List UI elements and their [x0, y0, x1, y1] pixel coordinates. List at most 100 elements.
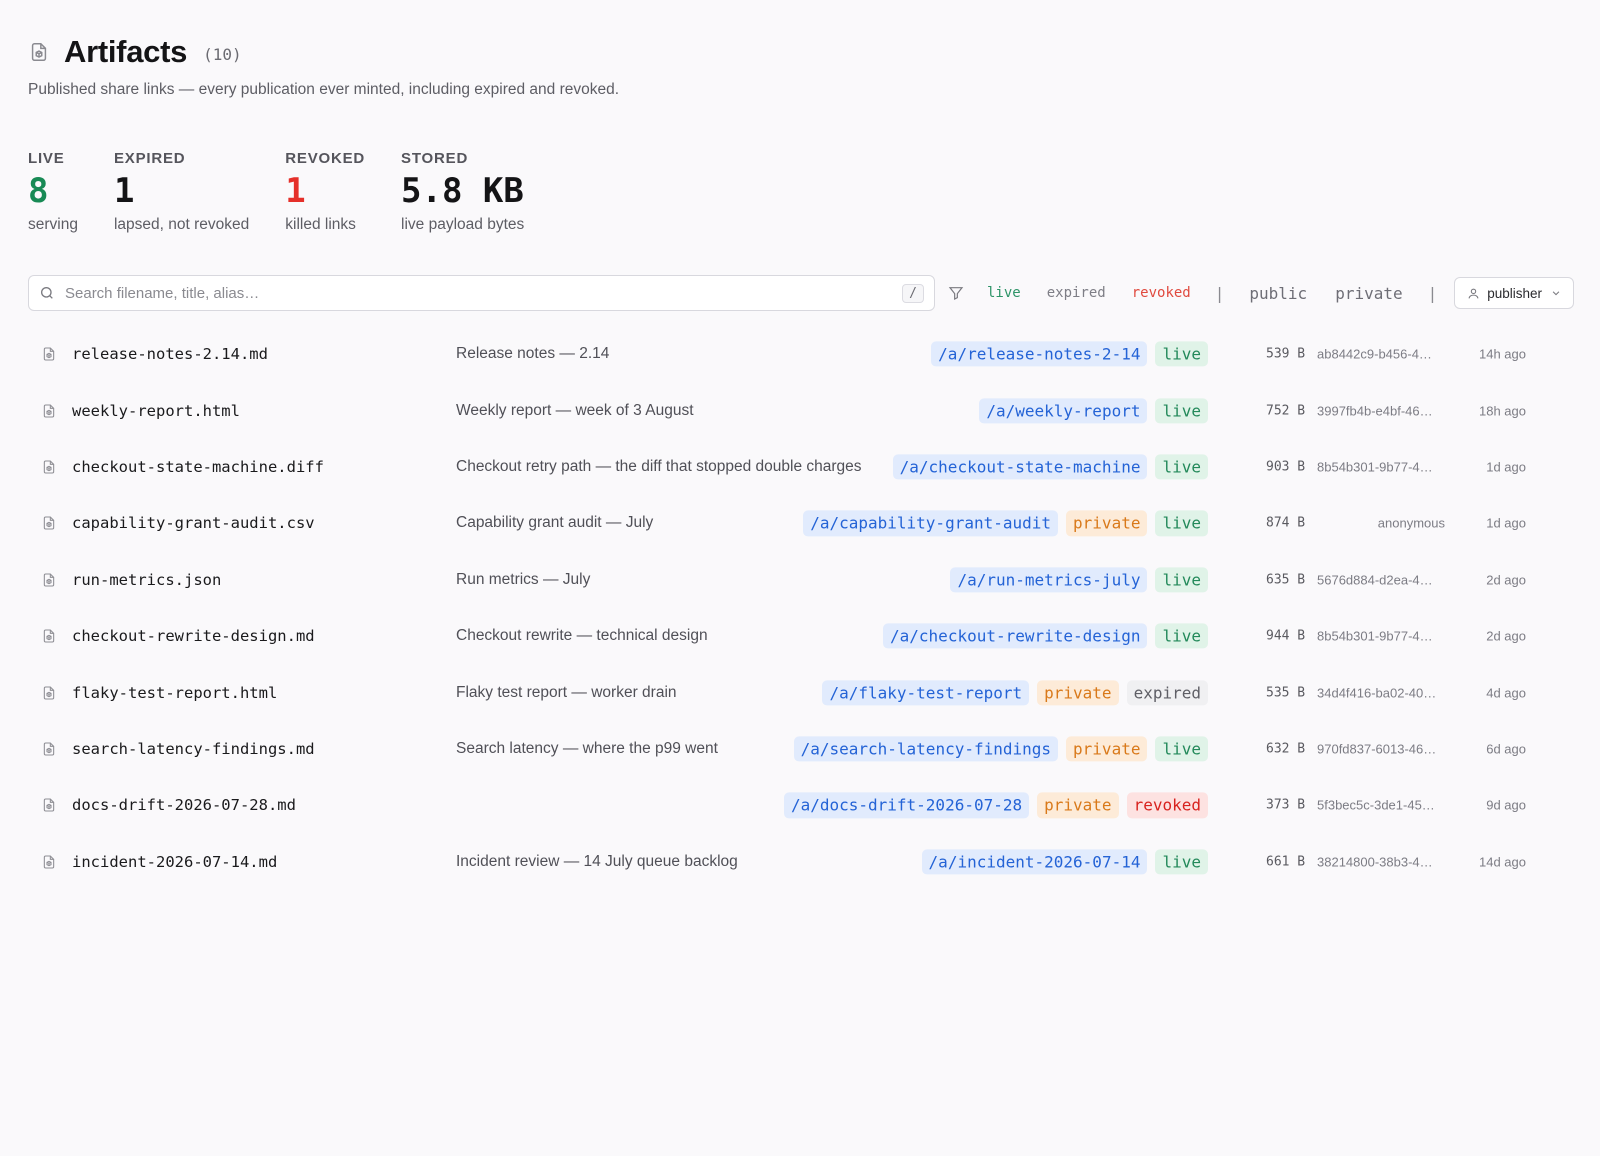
alias-link[interactable]: /a/weekly-report: [979, 397, 1148, 424]
private-badge: private: [1037, 679, 1119, 706]
alias-link[interactable]: /a/checkout-state-machine: [892, 454, 1148, 480]
search-icon: [41, 287, 53, 299]
publisher-dropdown-label: publisher: [1487, 285, 1543, 301]
stat-live: LIVE 8 serving: [28, 150, 78, 234]
artifact-row[interactable]: run-metrics.json Run metrics — July/a/run…: [28, 552, 1538, 608]
artifact-row[interactable]: checkout-state-machine.diff Checkout retr…: [28, 439, 1538, 495]
artifact-filename[interactable]: incident-2026-07-14.md: [72, 853, 277, 871]
page-header: Artifacts (10): [28, 34, 242, 70]
artifact-age: 1d ago: [1486, 459, 1526, 475]
artifact-title: Checkout rewrite — technical design: [456, 627, 708, 645]
alias-link[interactable]: /a/release-notes-2-14: [931, 341, 1148, 367]
artifact-tags: /a/capability-grant-audit private live: [795, 510, 1208, 536]
chevron-down-icon: [1552, 291, 1560, 296]
alias-link[interactable]: /a/incident-2026-07-14: [921, 849, 1148, 875]
status-badge: live: [1155, 736, 1208, 762]
file-cube-icon: [41, 854, 57, 870]
artifact-filename[interactable]: capability-grant-audit.csv: [72, 514, 315, 532]
artifact-tags: /a/checkout-state-machine live: [885, 454, 1208, 480]
artifact-publisher: 8b54b301-9b77-4…: [1317, 459, 1433, 475]
file-cube-icon: [41, 685, 57, 701]
artifact-title: Flaky test report — worker drain: [456, 683, 677, 701]
artifact-row[interactable]: docs-drift-2026-07-28.md/a/docs-drift-20…: [28, 777, 1538, 833]
artifact-title: Capability grant audit — July: [456, 514, 654, 532]
artifact-age: 18h ago: [1479, 403, 1526, 419]
artifact-row[interactable]: checkout-rewrite-design.md Checkout rewri…: [28, 608, 1538, 664]
artifact-size: 373 B: [1266, 797, 1306, 813]
stat-label: REVOKED: [285, 150, 366, 167]
publisher-dropdown[interactable]: publisher: [1454, 277, 1575, 309]
stat-label: LIVE: [28, 150, 65, 167]
artifact-filename[interactable]: run-metrics.json: [72, 571, 221, 589]
artifact-row[interactable]: capability-grant-audit.csv Capability gra…: [28, 495, 1538, 551]
artifact-tags: /a/incident-2026-07-14 live: [914, 849, 1208, 875]
filter-public[interactable]: public: [1235, 280, 1321, 307]
file-cube-icon: [41, 459, 57, 475]
artifact-row[interactable]: incident-2026-07-14.md Incident review — …: [28, 834, 1538, 890]
filter-revoked[interactable]: revoked: [1119, 281, 1204, 305]
artifact-age: 14d ago: [1479, 854, 1526, 870]
artifact-size: 944 B: [1266, 628, 1306, 644]
artifact-filename[interactable]: checkout-state-machine.diff: [72, 458, 324, 476]
artifact-tags: /a/release-notes-2-14 live: [923, 341, 1208, 367]
alias-link[interactable]: /a/capability-grant-audit: [803, 510, 1059, 536]
artifact-tags: /a/flaky-test-report private expired: [814, 679, 1208, 706]
artifact-row[interactable]: weekly-report.html Weekly report — week o…: [28, 382, 1538, 438]
artifact-count: (10): [203, 44, 242, 64]
artifact-filename[interactable]: weekly-report.html: [72, 402, 240, 420]
file-cube-icon: [41, 572, 57, 588]
file-cube-icon: [41, 741, 57, 757]
artifact-size: 903 B: [1266, 459, 1306, 475]
artifact-publisher: 8b54b301-9b77-4…: [1317, 628, 1433, 644]
alias-link[interactable]: /a/run-metrics-july: [950, 567, 1148, 593]
stat-value: 1: [113, 171, 135, 211]
artifact-title: Run metrics — July: [456, 570, 591, 588]
filter-private[interactable]: private: [1321, 280, 1416, 307]
artifact-publisher: 34d4f416-ba02-40…: [1317, 685, 1437, 701]
stat-value: 8: [28, 171, 49, 211]
artifact-title: Checkout retry path — the diff that stop…: [456, 457, 862, 475]
artifact-filename[interactable]: release-notes-2.14.md: [72, 345, 268, 363]
alias-link[interactable]: /a/search-latency-findings: [793, 736, 1059, 762]
artifact-publisher: 5f3bec5c-3de1-45…: [1317, 797, 1435, 813]
stat-desc: killed links: [285, 216, 356, 234]
alias-link[interactable]: /a/docs-drift-2026-07-28: [783, 792, 1030, 818]
stat-value: 5.8 KB: [401, 171, 524, 211]
alias-link[interactable]: /a/checkout-rewrite-design: [883, 623, 1148, 649]
private-badge: private: [1066, 510, 1148, 536]
filter-expired[interactable]: expired: [1034, 281, 1119, 305]
filter-live[interactable]: live: [974, 281, 1034, 305]
stat-revoked: REVOKED 1 killed links: [285, 150, 365, 234]
filter-bar: live expired revoked | public private | …: [948, 275, 1575, 311]
artifact-publisher: 5676d884-d2ea-4…: [1317, 572, 1433, 588]
file-cube-icon: [41, 515, 57, 531]
stat-desc: serving: [28, 216, 78, 234]
status-badge: live: [1155, 341, 1208, 367]
artifact-filename[interactable]: checkout-rewrite-design.md: [72, 627, 315, 645]
artifact-size: 752 B: [1266, 403, 1306, 419]
file-cube-icon: [41, 403, 57, 419]
artifact-title: Search latency — where the p99 went: [456, 739, 718, 757]
status-badge: revoked: [1126, 792, 1208, 818]
file-cube-icon: [41, 797, 57, 813]
search-input[interactable]: [65, 284, 903, 302]
artifact-size: 539 B: [1266, 346, 1306, 362]
artifact-row[interactable]: flaky-test-report.html Flaky test report …: [28, 664, 1538, 720]
file-cube-icon: [31, 43, 47, 61]
filter-separator: |: [1214, 283, 1225, 303]
artifact-filename[interactable]: docs-drift-2026-07-28.md: [72, 796, 296, 814]
alias-link[interactable]: /a/flaky-test-report: [822, 679, 1030, 706]
page-subtitle: Published share links — every publicatio…: [28, 81, 620, 98]
artifact-row[interactable]: search-latency-findings.md Search latency…: [28, 721, 1538, 777]
filter-separator: |: [1427, 283, 1438, 303]
artifact-tags: /a/checkout-rewrite-design live: [875, 623, 1208, 649]
artifact-row[interactable]: release-notes-2.14.md Release notes — 2.1…: [28, 326, 1538, 382]
artifact-filename[interactable]: search-latency-findings.md: [72, 740, 315, 758]
status-badge: live: [1155, 849, 1208, 875]
artifact-publisher: ab8442c9-b456-4…: [1317, 346, 1432, 362]
artifact-filename[interactable]: flaky-test-report.html: [72, 684, 277, 702]
artifact-age: 4d ago: [1486, 685, 1526, 701]
artifact-list: release-notes-2.14.md Release notes — 2.1…: [28, 326, 1538, 890]
search-shortcut-hint: /: [902, 283, 924, 303]
search-box[interactable]: /: [28, 275, 935, 311]
